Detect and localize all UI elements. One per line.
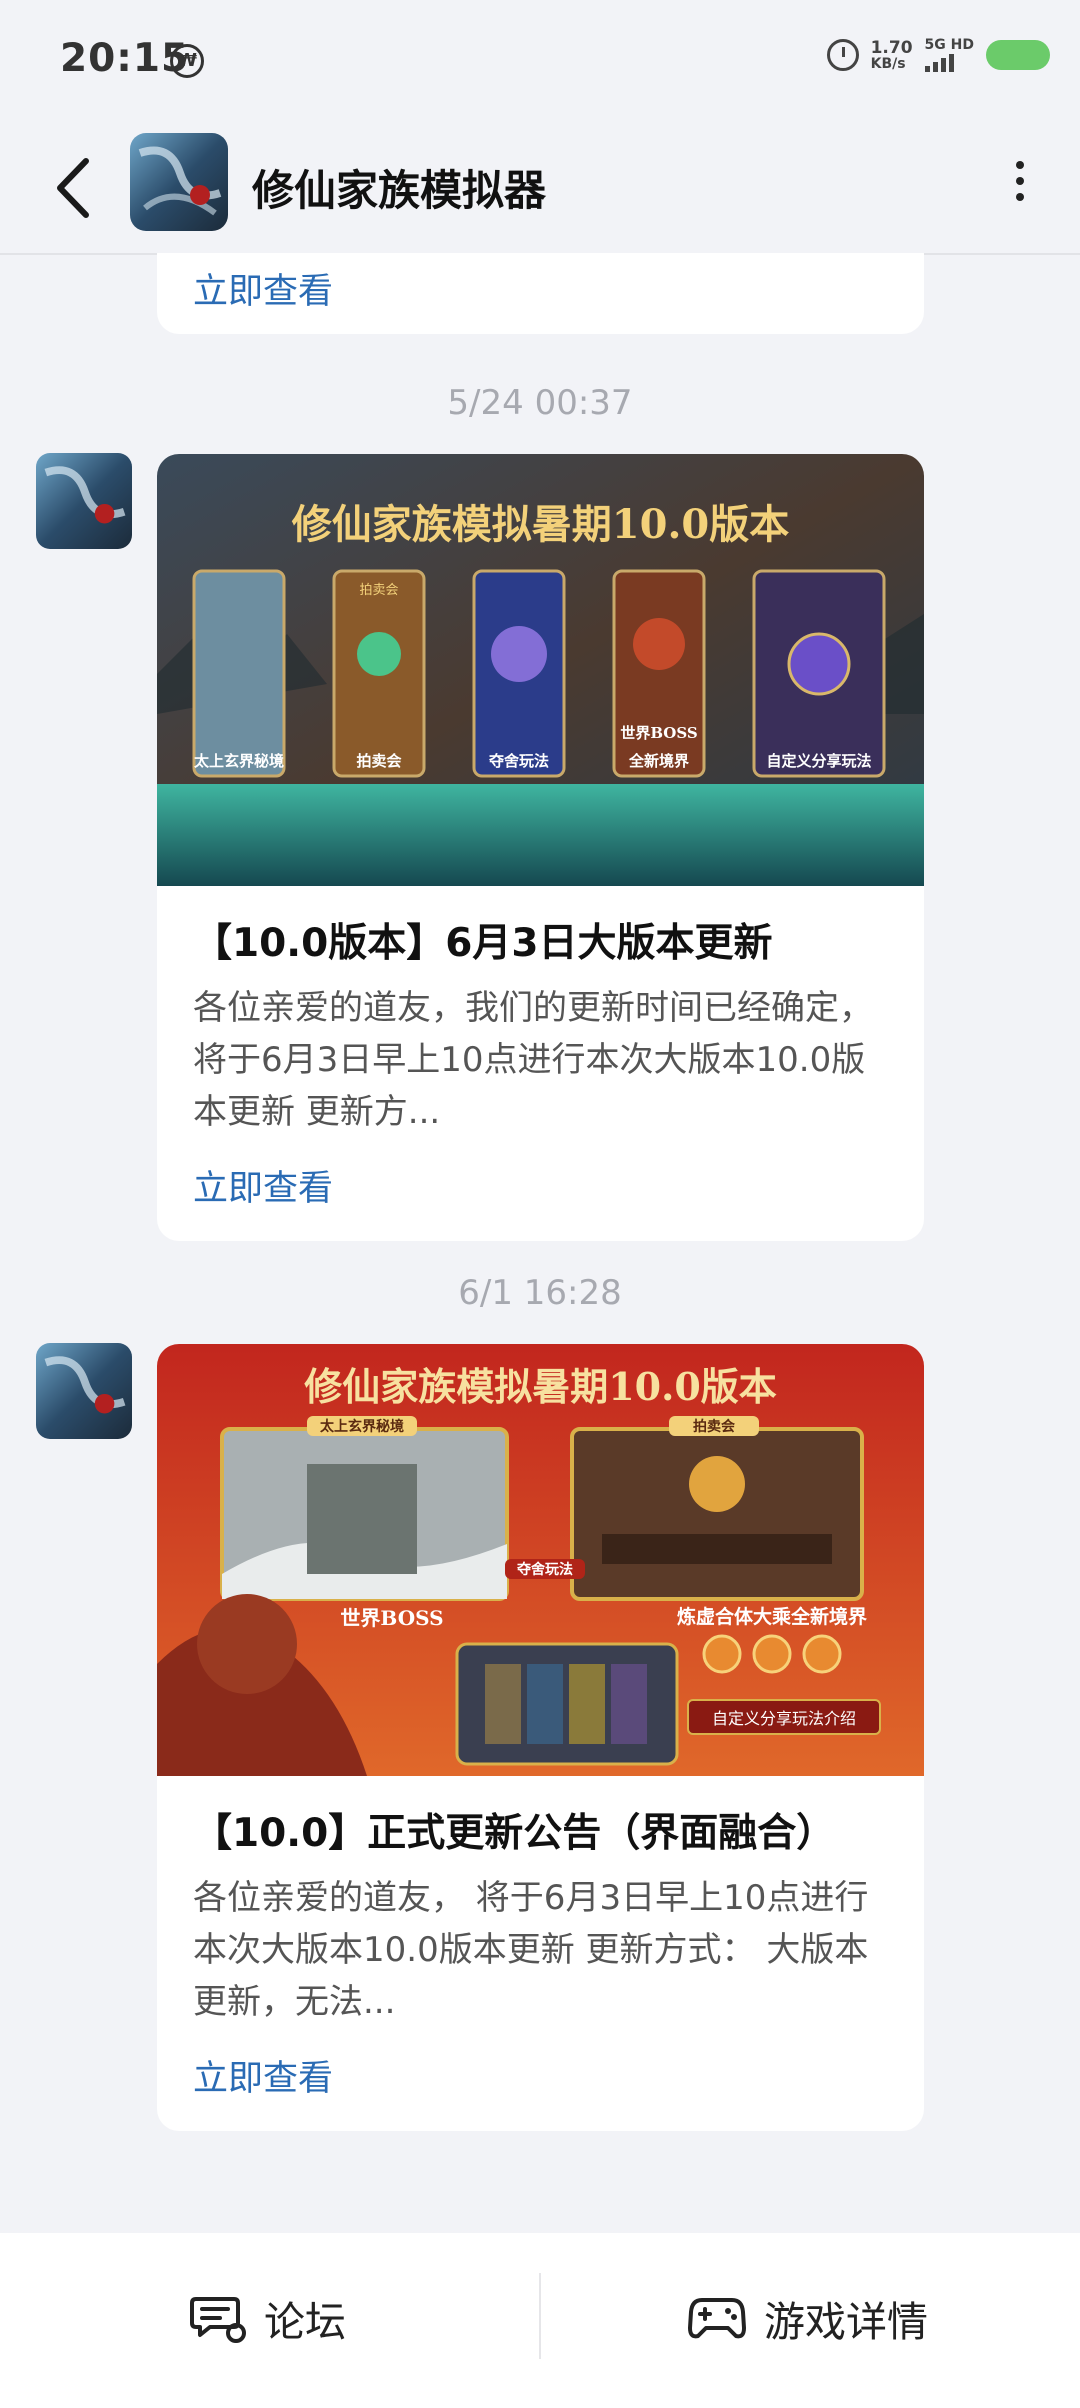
sender-avatar[interactable] [36,1343,132,1439]
signal-icon: 5G HD [924,37,974,72]
page-title: 修仙家族模拟器 [252,166,547,215]
message-card[interactable]: 修仙家族模拟暑期10.0版本 太上玄界秘境 拍卖会 夺舍玩法 世界BOSS 炼虚… [157,1344,924,2131]
top-app-bar: 修仙家族模拟器 [0,125,1080,255]
forum-button[interactable]: 论坛 [190,2273,346,2363]
card-body: 【10.0版本】6月3日大版本更新 各位亲爱的道友，我们的更新时间已经确定，将于… [157,886,924,1241]
banner-image[interactable]: 修仙家族模拟暑期10.0版本 拍卖会 世界BOSS 太上玄界秘境 拍卖会 夺舍玩… [157,454,924,886]
gamepad-icon [688,2298,746,2339]
alarm-icon [826,39,859,71]
banner-image[interactable]: 修仙家族模拟暑期10.0版本 太上玄界秘境 拍卖会 夺舍玩法 世界BOSS 炼虚… [157,1344,924,1776]
message-feed[interactable]: 立即查看 5/24 00:37 修仙家族模拟暑期10.0版本 拍卖会 世界BOS… [0,253,1080,2233]
post-summary: 各位亲爱的道友，我们的更新时间已经确定，将于6月3日早上10点进行本次大版本10… [193,988,873,1132]
post-title: 【10.0版本】6月3日大版本更新 [193,921,773,966]
banner-panel-label: 全新境界 [628,752,689,770]
banner-panel-label: 拍卖会 [356,752,402,770]
game-details-button[interactable]: 游戏详情 [688,2273,928,2363]
message-card-partial[interactable]: 立即查看 [157,253,924,334]
game-details-label: 游戏详情 [764,2298,928,2346]
speed-value: 1.70 [870,37,913,58]
card-body: 【10.0】正式更新公告（界面融合） 各位亲爱的道友， 将于6月3日早上10点进… [157,1776,924,2131]
view-now-link[interactable]: 立即查看 [193,1160,888,1211]
app-logo[interactable] [130,133,228,231]
post-title: 【10.0】正式更新公告（界面融合） [193,1811,836,1856]
banner-label: 世界BOSS [340,1606,444,1630]
notification-icon: ₩ [170,44,204,78]
banner-panel-label: 自定义分享玩法 [766,752,872,770]
status-icons: 1.70 KB/s 5G HD [826,37,1050,72]
banner-label: 夺舍玩法 [505,1559,585,1579]
view-now-link[interactable]: 立即查看 [193,263,333,314]
timestamp: 5/24 00:37 [447,383,633,423]
battery-icon [986,40,1050,70]
speed-unit: KB/s [870,55,906,72]
status-bar: 20:15 ₩ 1.70 KB/s 5G HD [0,0,1080,125]
banner-label: 自定义分享玩法介绍 [687,1699,881,1735]
view-now-link[interactable]: 立即查看 [193,2050,888,2101]
network-speed: 1.70 KB/s [871,39,913,72]
banner-label: 太上玄界秘境 [307,1416,417,1436]
chat-bubble-icon [190,2297,246,2343]
chevron-left-icon [57,158,89,218]
banner-panel-label: 夺舍玩法 [488,752,549,770]
banner-panel-label: 太上玄界秘境 [194,752,285,770]
banner-label: 拍卖会 [669,1416,759,1436]
network-type: 5G HD [924,37,974,53]
banner-headline: 修仙家族模拟暑期10.0版本 [291,501,790,548]
forum-label: 论坛 [264,2298,346,2346]
more-button[interactable] [1000,153,1040,223]
post-summary: 各位亲爱的道友， 将于6月3日早上10点进行本次大版本10.0版本更新 更新方式… [193,1878,869,2022]
banner-tag-boss: 世界BOSS [620,724,698,742]
back-button[interactable] [48,153,108,223]
signal-bars-icon [924,52,974,72]
bottom-action-bar: 论坛 游戏详情 [0,2233,1080,2408]
sender-avatar[interactable] [36,453,132,549]
banner-tag-auction: 拍卖会 [359,583,399,598]
banner-label: 炼虚合体大乘全新境界 [676,1606,867,1628]
more-vertical-icon [1000,161,1040,201]
divider [539,2273,541,2359]
banner-headline: 修仙家族模拟暑期10.0版本 [304,1364,777,1409]
message-card[interactable]: 修仙家族模拟暑期10.0版本 拍卖会 世界BOSS 太上玄界秘境 拍卖会 夺舍玩… [157,454,924,1241]
timestamp: 6/1 16:28 [458,1273,622,1313]
